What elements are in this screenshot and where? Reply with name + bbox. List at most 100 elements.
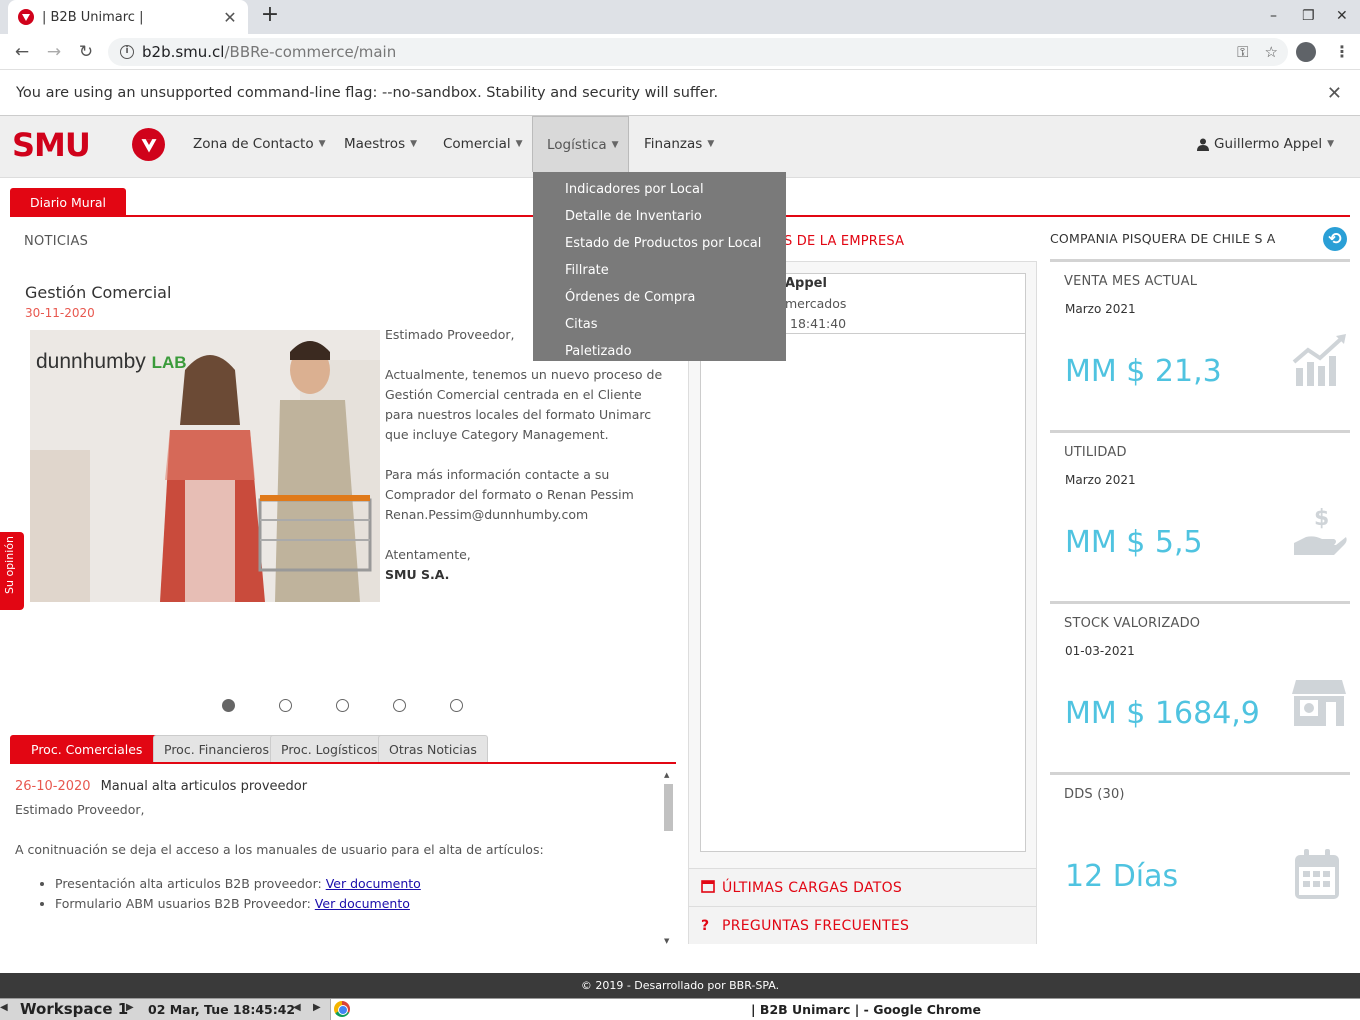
chevron-down-icon: ▼: [1327, 139, 1334, 149]
scroll-down-icon[interactable]: ▼: [664, 937, 669, 945]
restore-icon[interactable]: ❐: [1302, 8, 1315, 24]
taskbar-datetime: 02 Mar, Tue 18:45:42: [148, 1002, 296, 1017]
preguntas-frecuentes-label: PREGUNTAS FRECUENTES: [722, 917, 910, 934]
carousel-dot[interactable]: [279, 699, 292, 712]
address-bar: ← → ↻ i b2b.smu.cl/BBRe-commerce/main ⚿ …: [0, 34, 1360, 70]
store-icon: [1292, 680, 1346, 726]
site-info-icon[interactable]: i: [120, 45, 134, 59]
smu-logo[interactable]: SMU: [12, 126, 91, 164]
workspace-label[interactable]: Workspace 1: [20, 1000, 128, 1018]
menu-item-indicadores-por-local[interactable]: Indicadores por Local: [533, 176, 786, 203]
os-taskbar: ◀ Workspace 1 ▶ 02 Mar, Tue 18:45:42 ◀ ▶…: [0, 998, 1360, 1020]
kpi-label: VENTA MES ACTUAL: [1064, 274, 1198, 289]
nav-item-label: Comercial: [443, 136, 511, 152]
feedback-side-tab[interactable]: Su opinión: [0, 532, 24, 610]
taskbar-window-title: | B2B Unimarc | - Google Chrome: [751, 1002, 982, 1017]
calendar-icon: [701, 879, 717, 897]
tab-otras-noticias[interactable]: Otras Noticias: [378, 735, 488, 762]
menu-item-fillrate[interactable]: Fillrate: [533, 257, 786, 284]
kpi-period: Marzo 2021: [1065, 302, 1136, 316]
carousel-dot[interactable]: [336, 699, 349, 712]
user-lastname: Appel: [785, 276, 827, 291]
window-close-icon[interactable]: ✕: [1336, 8, 1348, 24]
scrollbar-thumb[interactable]: [664, 784, 673, 831]
menu-item-paletizado[interactable]: Paletizado: [533, 338, 786, 365]
browser-tab[interactable]: | B2B Unimarc | ✕: [8, 0, 248, 34]
user-icon: [1197, 138, 1210, 151]
minimize-icon[interactable]: –: [1270, 8, 1277, 24]
page-footer: © 2019 - Desarrollado por BBR-SPA.: [0, 973, 1360, 998]
ultimas-cargas-link[interactable]: ÚLTIMAS CARGAS DATOS: [689, 868, 1036, 906]
workspace-next-icon[interactable]: ▶: [126, 1002, 134, 1013]
menu-item-citas[interactable]: Citas: [533, 311, 786, 338]
menu-item-ordenes-de-compra[interactable]: Órdenes de Compra: [533, 284, 786, 311]
ver-documento-link[interactable]: Ver documento: [326, 876, 421, 891]
new-tab-icon[interactable]: +: [258, 4, 282, 28]
tab-proc-logisticos[interactable]: Proc. Logísticos: [270, 735, 389, 762]
chart-growth-icon: [1292, 334, 1346, 386]
browser-tabbar: | B2B Unimarc | ✕ + – ❐ ✕: [0, 0, 1360, 34]
calendar-icon: [1295, 849, 1339, 899]
menu-item-estado-de-productos[interactable]: Estado de Productos por Local: [533, 230, 786, 257]
nav-zona-de-contacto[interactable]: Zona de Contacto ▼: [179, 116, 340, 172]
news-paragraph: Para más información contacte a su Compr…: [385, 467, 634, 522]
url-input[interactable]: i b2b.smu.cl/BBRe-commerce/main ⚿ ☆: [108, 38, 1288, 66]
dunnhumby-lab: LAB: [151, 353, 187, 372]
back-icon[interactable]: ←: [12, 42, 32, 62]
preguntas-frecuentes-link[interactable]: ? PREGUNTAS FRECUENTES: [689, 906, 1036, 944]
kpi-card-dds: DDS (30) 12 Días: [1050, 772, 1350, 938]
ver-documento-link[interactable]: Ver documento: [315, 896, 410, 911]
forward-icon[interactable]: →: [44, 42, 64, 62]
news-paragraph: Atentamente,: [385, 547, 471, 562]
nav-item-label: Maestros: [344, 136, 406, 152]
workspace-prev-icon[interactable]: ◀: [0, 1002, 8, 1013]
kpi-label: UTILIDAD: [1064, 445, 1127, 460]
proc-content: 26-10-2020 Manual alta articulos proveedo…: [10, 766, 676, 948]
kpi-value: 12 Días: [1065, 859, 1179, 894]
taskbar-window-button[interactable]: | B2B Unimarc | - Google Chrome: [330, 999, 1360, 1020]
reload-icon[interactable]: ↻: [76, 42, 96, 62]
kpi-card-stock: STOCK VALORIZADO 01-03-2021 MM $ 1684,9: [1050, 601, 1350, 767]
tab-proc-financieros[interactable]: Proc. Financieros: [153, 735, 280, 762]
carousel-dot[interactable]: [222, 699, 235, 712]
tab-proc-comerciales[interactable]: Proc. Comerciales: [10, 735, 164, 762]
carousel-dot[interactable]: [450, 699, 463, 712]
user-company: mercados: [785, 296, 847, 311]
carousel-dots: [222, 699, 463, 712]
nav-maestros[interactable]: Maestros ▼: [330, 116, 431, 172]
menu-item-detalle-de-inventario[interactable]: Detalle de Inventario: [533, 203, 786, 230]
logistica-dropdown: Indicadores por Local Detalle de Inventa…: [533, 172, 786, 361]
last-login-time: 18:41:40: [790, 316, 847, 331]
tab-title: | B2B Unimarc |: [42, 9, 144, 25]
carousel-dot[interactable]: [393, 699, 406, 712]
tab-close-icon[interactable]: ✕: [222, 8, 238, 27]
kpi-period: 01-03-2021: [1065, 644, 1135, 658]
news-image: dunnhumby LAB: [30, 330, 380, 602]
infobar-text: You are using an unsupported command-lin…: [16, 85, 719, 101]
key-icon[interactable]: ⚿: [1237, 43, 1248, 61]
company-panel-title: S DE LA EMPRESA: [784, 234, 905, 249]
window-next-icon[interactable]: ▶: [313, 1002, 321, 1013]
scroll-up-icon[interactable]: ▲: [664, 771, 669, 779]
doc-label: Presentación alta articulos B2B proveedo…: [55, 876, 326, 891]
news-date: 30-11-2020: [25, 306, 95, 320]
nav-finanzas[interactable]: Finanzas ▼: [630, 116, 728, 172]
nav-comercial[interactable]: Comercial ▼: [429, 116, 537, 172]
refresh-icon[interactable]: ⟲: [1323, 227, 1347, 251]
feedback-label: Su opinión: [3, 536, 16, 594]
nav-logistica[interactable]: Logística ▼: [532, 116, 629, 172]
money-hand-icon: $: [1294, 506, 1347, 555]
proc-scrollbar[interactable]: ▲ ▼: [662, 771, 674, 947]
user-menu[interactable]: Guillermo Appel ▼: [1197, 116, 1334, 172]
profile-icon[interactable]: [1296, 42, 1316, 62]
url-path: /BBRe-commerce/main: [224, 43, 397, 61]
chevron-down-icon: ▼: [318, 139, 326, 149]
nav-item-label: Logística: [547, 136, 607, 153]
tab-diario-mural[interactable]: Diario Mural: [10, 188, 126, 215]
chevron-down-icon: ▼: [611, 139, 619, 150]
browser-menu-icon[interactable]: ⋮: [1334, 42, 1350, 61]
star-icon[interactable]: ☆: [1265, 43, 1278, 61]
infobar-close-icon[interactable]: ✕: [1327, 83, 1342, 104]
chrome-icon: [334, 1001, 350, 1017]
window-prev-icon[interactable]: ◀: [293, 1002, 301, 1013]
